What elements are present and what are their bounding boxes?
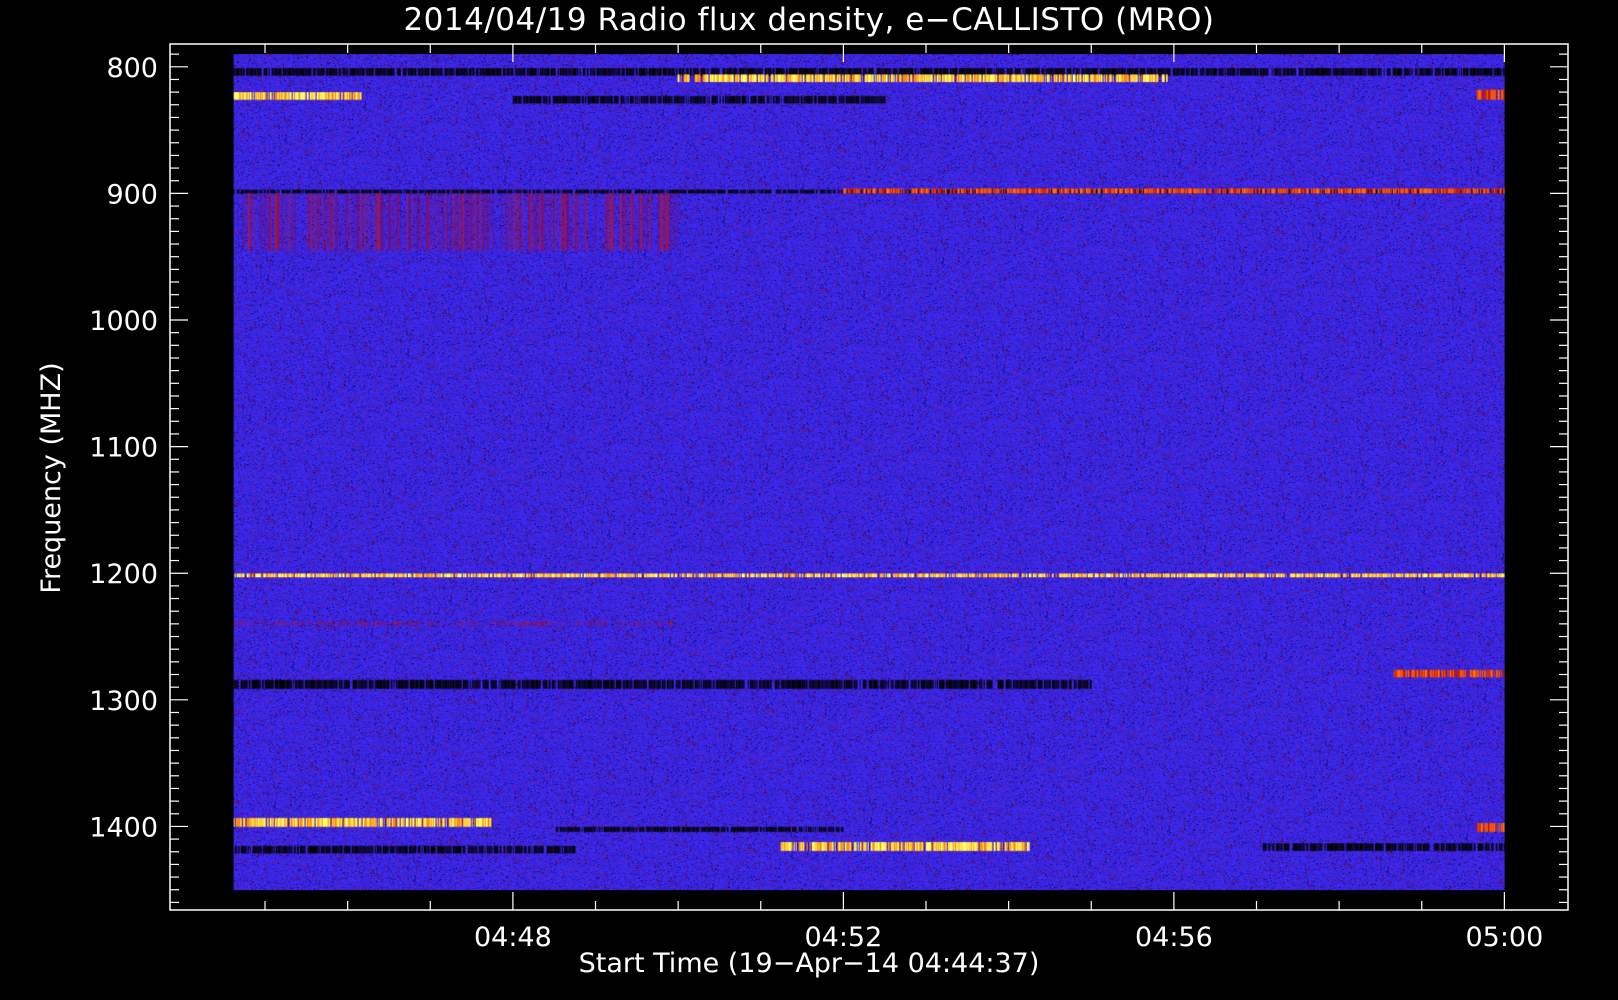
plot-area: 80090010001100120013001400 04:48 04:52 04:…	[89, 43, 1569, 953]
spectrogram-raster	[233, 54, 1505, 891]
spectrogram-heatmap	[233, 54, 1505, 891]
y-tick-label: 800	[106, 53, 158, 84]
y-tick-label: 1200	[89, 559, 158, 590]
y-tick-label: 1300	[89, 686, 158, 717]
y-axis-label: Frequency (MHZ)	[36, 362, 67, 594]
y-tick-label: 900	[106, 179, 158, 210]
y-tick-labels: 800 900 1000 1100 1200 1300 1400	[89, 53, 158, 844]
y-tick-label: 1100	[89, 433, 158, 464]
y-tick-label: 1400	[89, 812, 158, 843]
spectrogram-figure: 2014/04/19 Radio flux density, e−CALLIST…	[0, 0, 1618, 1000]
y-tick-label: 1000	[89, 306, 158, 337]
x-axis-label: Start Time (19−Apr−14 04:44:37)	[578, 948, 1040, 979]
